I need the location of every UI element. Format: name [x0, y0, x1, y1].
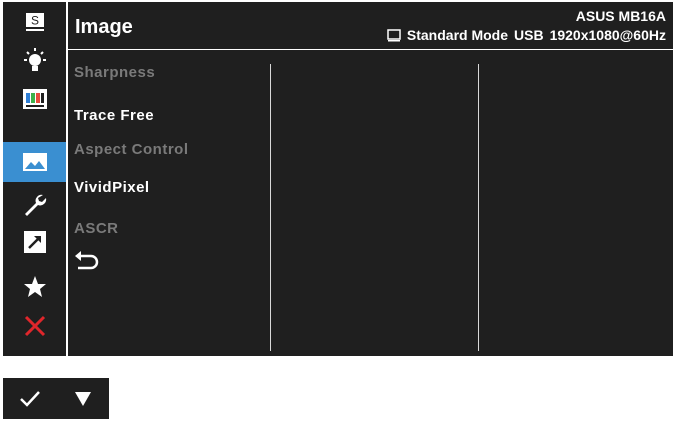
return-arrow-icon — [75, 251, 99, 270]
sidebar-divider — [66, 2, 68, 356]
sidebar-item-system-setup[interactable] — [3, 186, 66, 224]
wrench-icon — [24, 194, 46, 216]
down-key[interactable] — [56, 378, 109, 419]
sidebar: S — [3, 2, 66, 356]
confirm-key[interactable] — [3, 378, 56, 419]
s-letter-label: S — [30, 14, 38, 28]
key-guide — [3, 378, 109, 419]
color-bars-icon — [22, 89, 47, 109]
status-line: Standard Mode USB 1920x1080@60Hz — [387, 27, 666, 43]
back-button[interactable] — [74, 250, 100, 277]
monitor-icon — [387, 28, 401, 41]
model-name: ASUS MB16A — [575, 8, 666, 24]
menu-item-aspect-control[interactable]: Aspect Control — [74, 141, 189, 158]
menu-item-ascr[interactable]: ASCR — [74, 220, 119, 237]
triangle-down-icon — [74, 391, 91, 406]
sidebar-item-blue-light-filter[interactable] — [3, 42, 66, 80]
sidebar-item-exit[interactable] — [3, 307, 66, 345]
page-title: Image — [75, 16, 133, 38]
sidebar-item-color[interactable] — [3, 80, 66, 118]
column-divider-1 — [270, 64, 271, 351]
menu-item-vividpixel[interactable]: VividPixel — [74, 179, 150, 196]
menu-item-trace-free[interactable]: Trace Free — [74, 107, 154, 124]
shortcut-arrow-icon — [23, 231, 46, 253]
column-divider-2 — [478, 64, 479, 351]
light-bulb-icon — [23, 48, 46, 71]
image-icon — [22, 153, 47, 171]
close-icon — [24, 315, 45, 337]
checkmark-icon — [19, 390, 40, 407]
s-letter-icon: S — [25, 13, 44, 31]
osd-menu-panel: S Image ASUS MB16A Standard Mode USB 192… — [3, 2, 673, 356]
sidebar-item-splendid[interactable]: S — [3, 4, 66, 42]
mode-label: Standard Mode — [406, 27, 509, 43]
star-icon — [23, 276, 46, 297]
sidebar-item-myfavorite[interactable] — [3, 268, 66, 306]
menu-item-sharpness[interactable]: Sharpness — [74, 64, 155, 81]
sidebar-item-shortcut[interactable] — [3, 223, 66, 261]
header-divider — [66, 49, 673, 50]
input-label: USB — [514, 27, 544, 43]
resolution-label: 1920x1080@60Hz — [549, 27, 666, 43]
sidebar-item-image[interactable] — [3, 142, 66, 182]
